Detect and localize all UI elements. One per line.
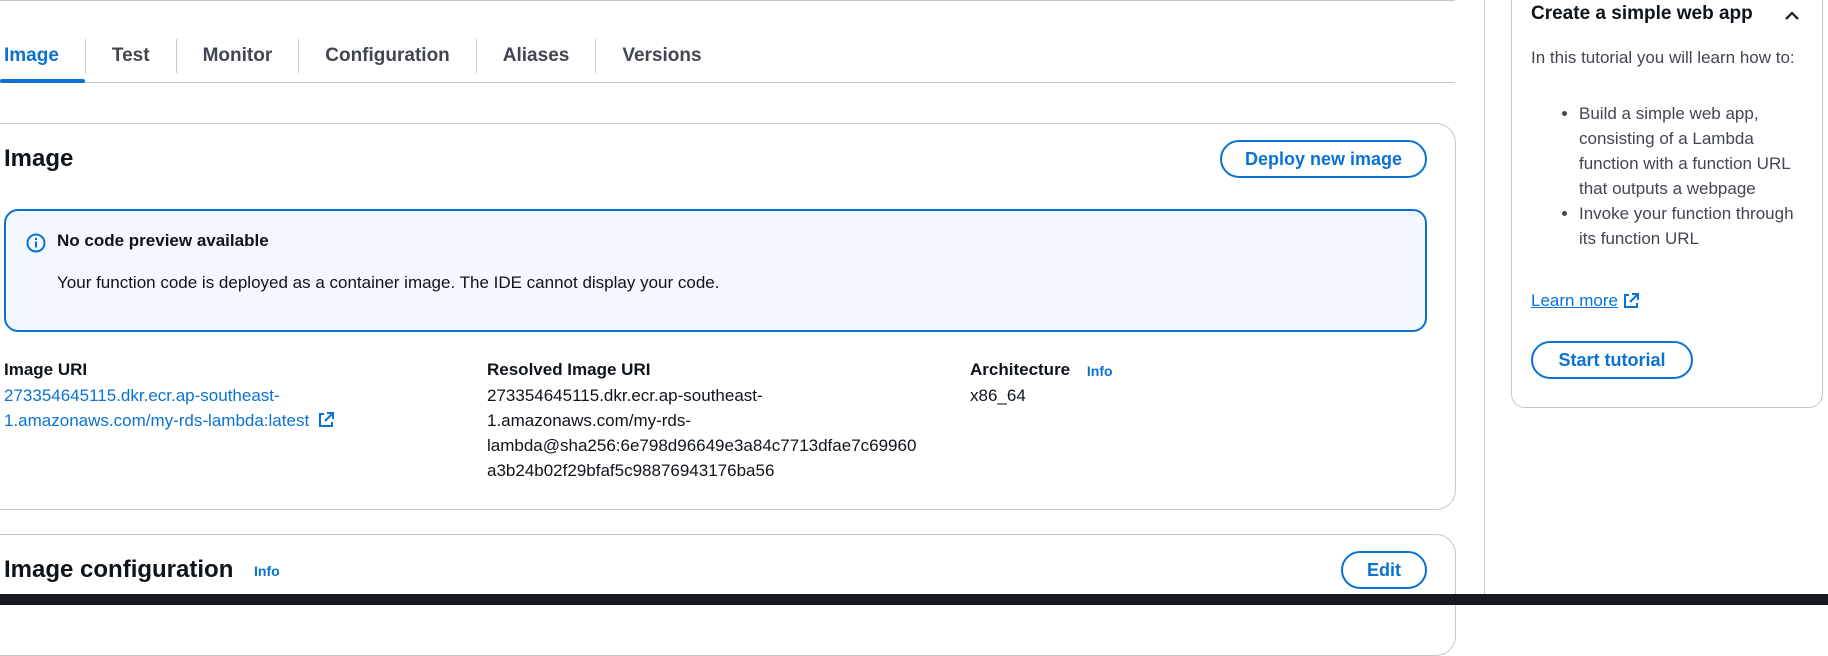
tutorial-title: Create a simple web app xyxy=(1531,3,1753,24)
resolved-uri-line: a3b24b02f29bfaf5c98876943176ba56 xyxy=(487,461,775,480)
tab-versions[interactable]: Versions xyxy=(596,30,727,82)
image-uri-link-line1[interactable]: 273354645115.dkr.ecr.ap-southeast- xyxy=(4,386,280,405)
architecture-info-link[interactable]: Info xyxy=(1087,363,1113,379)
side-panel-divider xyxy=(1484,0,1485,594)
top-divider xyxy=(0,0,1455,1)
resolved-image-uri-label: Resolved Image URI xyxy=(487,360,651,379)
alert-message: Your function code is deployed as a cont… xyxy=(57,273,720,292)
image-configuration-title: Image configuration Info xyxy=(4,556,280,584)
architecture-label-text: Architecture xyxy=(970,360,1071,379)
external-link-icon[interactable] xyxy=(317,411,335,429)
learn-more-link[interactable]: Learn more xyxy=(1531,291,1640,311)
tab-monitor[interactable]: Monitor xyxy=(177,30,299,82)
image-configuration-info-link[interactable]: Info xyxy=(254,563,280,579)
resolved-uri-line: 1.amazonaws.com/my-rds- xyxy=(487,411,692,430)
tab-test[interactable]: Test xyxy=(86,30,176,82)
deploy-new-image-button[interactable]: Deploy new image xyxy=(1220,140,1427,178)
learn-more-label[interactable]: Learn more xyxy=(1531,291,1618,311)
image-section-title: Image xyxy=(4,145,74,172)
architecture-value: x86_64 xyxy=(970,386,1026,405)
external-link-icon[interactable] xyxy=(1622,292,1640,310)
architecture-label: Architecture Info xyxy=(970,360,1113,380)
image-uri-label: Image URI xyxy=(4,360,88,379)
resolved-image-uri-value: 273354645115.dkr.ecr.ap-southeast- 1.ama… xyxy=(487,383,916,483)
image-uri-value[interactable]: 273354645115.dkr.ecr.ap-southeast- 1.ama… xyxy=(4,383,335,433)
resolved-uri-line: lambda@sha256:6e798d96649e3a84c7713dfae7… xyxy=(487,436,917,455)
tab-aliases[interactable]: Aliases xyxy=(477,30,596,82)
function-tabs: Image Test Monitor Configuration Aliases… xyxy=(0,30,1455,83)
image-uri-link-line2[interactable]: 1.amazonaws.com/my-rds-lambda:latest xyxy=(4,411,309,430)
tutorial-intro: In this tutorial you will learn how to: xyxy=(1531,48,1795,67)
info-circle-icon xyxy=(26,233,46,253)
list-item: Build a simple web app, consisting of a … xyxy=(1579,101,1801,201)
alert-title: No code preview available xyxy=(57,231,269,250)
list-item: Invoke your function through its functio… xyxy=(1579,201,1801,251)
tutorial-steps: Build a simple web app, consisting of a … xyxy=(1531,101,1801,251)
image-configuration-title-text: Image configuration xyxy=(4,556,234,583)
bottom-bar xyxy=(0,594,1828,605)
edit-button[interactable]: Edit xyxy=(1341,551,1427,589)
start-tutorial-button[interactable]: Start tutorial xyxy=(1531,341,1693,379)
info-alert: No code preview available Your function … xyxy=(4,209,1427,332)
tab-configuration[interactable]: Configuration xyxy=(299,30,476,82)
resolved-uri-line: 273354645115.dkr.ecr.ap-southeast- xyxy=(487,386,763,405)
chevron-up-icon[interactable] xyxy=(1782,6,1802,26)
tab-image[interactable]: Image xyxy=(0,30,85,83)
